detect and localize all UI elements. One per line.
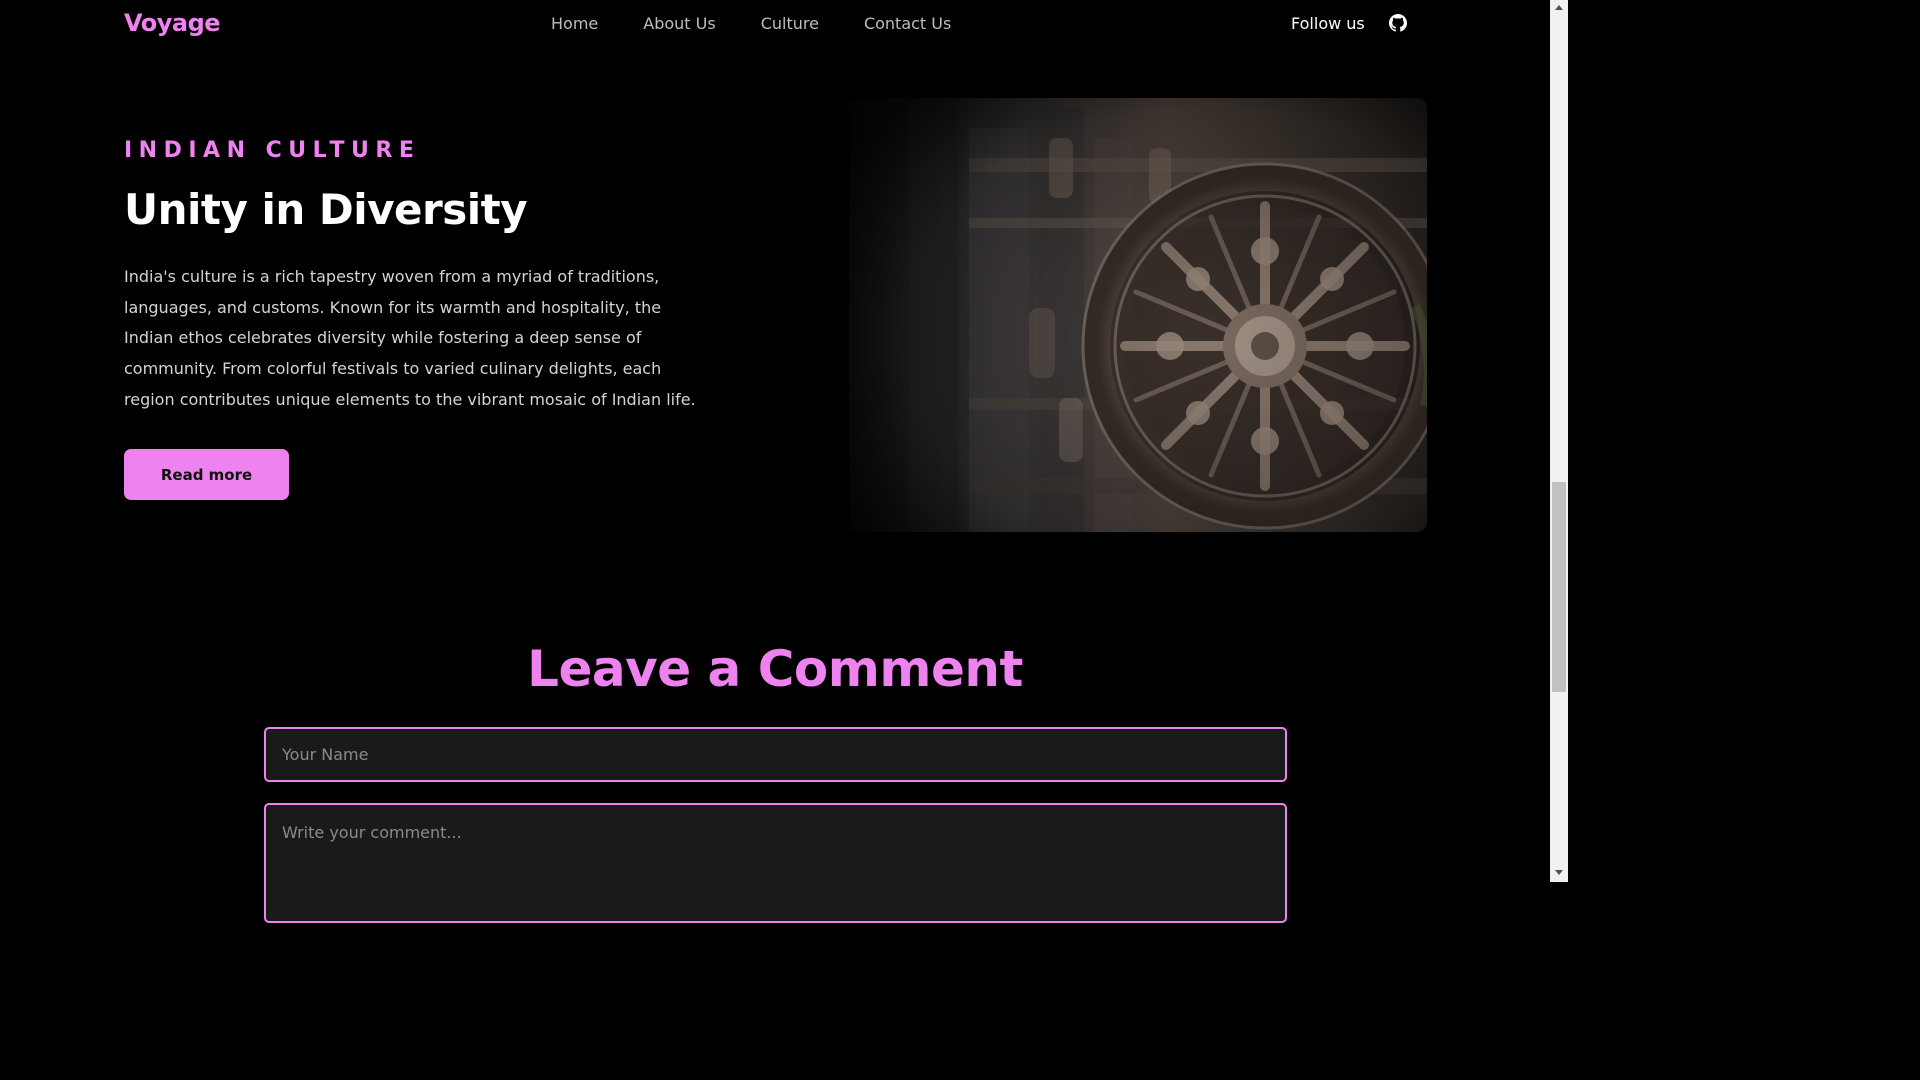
hero-description: India's culture is a rich tapestry woven… <box>124 267 696 409</box>
nav-link-home[interactable]: Home <box>551 14 598 33</box>
brand-logo[interactable]: Voyage <box>124 9 221 37</box>
section-eyebrow: INDIAN CULTURE <box>124 138 421 163</box>
scroll-down-arrow-icon[interactable] <box>1555 870 1563 875</box>
nav-links: Home About Us Culture Contact Us <box>551 14 951 33</box>
scroll-up-arrow-icon[interactable] <box>1555 5 1563 10</box>
name-input[interactable] <box>264 727 1287 782</box>
konark-wheel-image <box>849 98 1427 532</box>
nav-link-culture[interactable]: Culture <box>761 14 819 33</box>
scrollbar-thumb[interactable] <box>1552 482 1566 692</box>
navbar: Voyage Home About Us Culture Contact Us … <box>0 0 1550 48</box>
read-more-button[interactable]: Read more <box>124 449 289 500</box>
github-icon[interactable] <box>1389 14 1407 32</box>
follow-us-label: Follow us <box>1291 14 1365 33</box>
page-scrollbar[interactable] <box>1550 0 1568 882</box>
comment-textarea[interactable] <box>264 803 1287 923</box>
konark-wheel-illustration <box>849 98 1427 532</box>
nav-link-about-us[interactable]: About Us <box>643 14 715 33</box>
comment-title: Leave a Comment <box>527 640 1023 698</box>
nav-link-contact-us[interactable]: Contact Us <box>864 14 951 33</box>
hero-title: Unity in Diversity <box>124 185 528 234</box>
